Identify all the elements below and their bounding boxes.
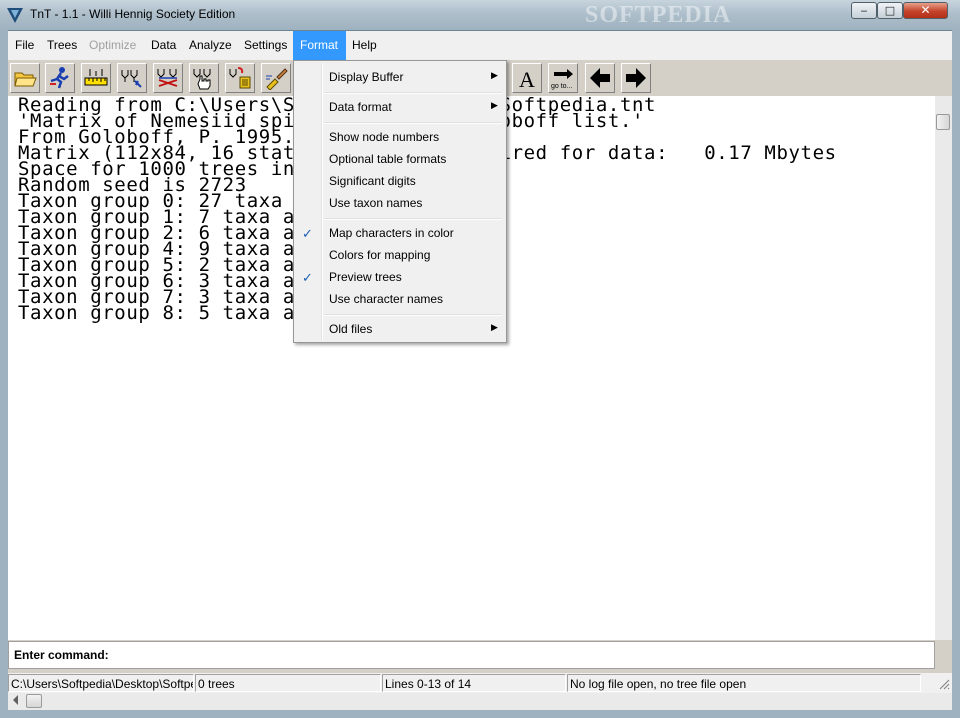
format-menu: Display Buffer ▶ Data format ▶ Show node…: [293, 60, 507, 343]
command-input[interactable]: [127, 646, 931, 666]
status-log-info: No log file open, no tree file open: [567, 674, 921, 692]
status-tree-count: 0 trees: [195, 674, 381, 692]
ruler-icon: [84, 69, 108, 86]
menu-separator: [324, 218, 502, 220]
tree-search-button[interactable]: [117, 63, 147, 93]
scrollbar-thumb[interactable]: [936, 114, 950, 130]
menu-item-colors-for-mapping[interactable]: Colors for mapping: [296, 244, 504, 266]
window-frame-right: [952, 30, 960, 710]
maximize-button[interactable]: □: [877, 2, 903, 19]
menu-item-label: Old files: [329, 322, 373, 336]
menu-item-use-character-names[interactable]: Use character names: [296, 288, 504, 310]
submenu-arrow-icon: ▶: [491, 70, 498, 80]
goto-icon: go to...: [551, 69, 573, 90]
svg-text:A: A: [519, 67, 535, 90]
checkmark-icon: ✓: [302, 270, 313, 285]
menu-item-map-characters-in-color[interactable]: ✓ Map characters in color: [296, 222, 504, 244]
command-label: Enter command:: [14, 648, 109, 662]
menu-item-show-node-numbers[interactable]: Show node numbers: [296, 126, 504, 148]
menu-item-label: Use character names: [329, 292, 444, 306]
menu-item-label: Colors for mapping: [329, 248, 431, 262]
command-bar: Enter command:: [8, 641, 935, 669]
arrow-right-icon: [626, 68, 646, 88]
goto-button[interactable]: go to...: [548, 63, 578, 93]
menu-separator: [324, 92, 502, 94]
menu-analyze[interactable]: Analyze: [182, 31, 239, 60]
menu-item-label: Optional table formats: [329, 152, 447, 166]
previous-button[interactable]: [585, 63, 615, 93]
menu-item-preview-trees[interactable]: ✓ Preview trees: [296, 266, 504, 288]
status-bar: C:\Users\Softpedia\Desktop\Softpedia.tnt…: [8, 673, 952, 693]
watermark-text: SOFTPEDIA: [585, 2, 732, 28]
close-button[interactable]: ✕: [903, 2, 948, 19]
tree-edit-button[interactable]: [189, 63, 219, 93]
menu-trees[interactable]: Trees: [40, 31, 84, 60]
minimize-button[interactable]: ‒: [851, 2, 877, 19]
checkmark-icon: ✓: [302, 226, 313, 241]
menu-separator: [324, 314, 502, 316]
font-button[interactable]: A: [512, 63, 542, 93]
status-line-range: Lines 0-13 of 14: [382, 674, 566, 692]
menu-item-significant-digits[interactable]: Significant digits: [296, 170, 504, 192]
menu-item-data-format[interactable]: Data format ▶: [296, 96, 504, 118]
menu-bar: File Trees Optimize Data Analyze Setting…: [8, 31, 952, 60]
horizontal-scrollbar[interactable]: [8, 693, 952, 710]
output-scrollbar[interactable]: [935, 96, 952, 640]
resize-grip-icon[interactable]: [938, 678, 950, 690]
minimize-icon: ‒: [860, 4, 868, 17]
tree-delete-icon: [229, 67, 251, 89]
menu-item-label: Preview trees: [329, 270, 402, 284]
scroll-left-icon[interactable]: [13, 695, 18, 705]
app-icon: [7, 8, 23, 23]
menu-optimize[interactable]: Optimize: [82, 31, 143, 60]
window-frame-bottom: [0, 710, 960, 718]
submenu-arrow-icon: ▶: [491, 322, 498, 332]
arrow-left-icon: [590, 68, 610, 88]
paint-button[interactable]: [261, 63, 291, 93]
close-icon: ✕: [920, 3, 931, 17]
menu-separator: [324, 122, 502, 124]
menu-item-label: Display Buffer: [329, 70, 404, 84]
run-analysis-button[interactable]: [45, 63, 75, 93]
menu-settings[interactable]: Settings: [237, 31, 294, 60]
horizontal-scrollbar-thumb[interactable]: [26, 694, 42, 708]
running-man-icon: [50, 67, 69, 89]
tree-search-icon: [121, 70, 142, 88]
menu-item-label: Use taxon names: [329, 196, 423, 210]
menu-item-optional-table-formats[interactable]: Optional table formats: [296, 148, 504, 170]
next-button[interactable]: [621, 63, 651, 93]
menu-data[interactable]: Data: [144, 31, 183, 60]
menu-item-label: Map characters in color: [329, 226, 454, 240]
menu-item-label: Show node numbers: [329, 130, 440, 144]
menu-item-label: Data format: [329, 100, 392, 114]
menu-item-label: Significant digits: [329, 174, 416, 188]
window-title: TnT - 1.1 - Willi Hennig Society Edition: [30, 7, 236, 21]
menu-format[interactable]: Format: [293, 31, 346, 60]
brush-icon: [266, 68, 288, 90]
menu-item-display-buffer[interactable]: Display Buffer ▶: [296, 66, 504, 88]
tree-swap-icon: [157, 69, 178, 87]
open-folder-icon: [14, 72, 37, 87]
submenu-arrow-icon: ▶: [491, 100, 498, 110]
menu-item-old-files[interactable]: Old files ▶: [296, 318, 504, 340]
tree-hand-icon: [193, 69, 211, 90]
font-icon: A: [519, 67, 535, 90]
open-file-button[interactable]: [10, 63, 40, 93]
status-file-path: C:\Users\Softpedia\Desktop\Softpedia.tnt: [8, 674, 194, 692]
svg-text:go to...: go to...: [551, 83, 572, 90]
tree-swap-button[interactable]: [153, 63, 183, 93]
window-frame-left: [0, 30, 8, 710]
menu-file[interactable]: File: [8, 31, 41, 60]
menu-item-use-taxon-names[interactable]: Use taxon names: [296, 192, 504, 214]
tree-delete-button[interactable]: [225, 63, 255, 93]
maximize-icon: □: [884, 4, 896, 17]
title-bar[interactable]: TnT - 1.1 - Willi Hennig Society Edition…: [0, 0, 960, 31]
ruler-button[interactable]: [81, 63, 111, 93]
output-line: Taxon group 8: 5 taxa a: [18, 302, 295, 324]
menu-help[interactable]: Help: [345, 31, 384, 60]
